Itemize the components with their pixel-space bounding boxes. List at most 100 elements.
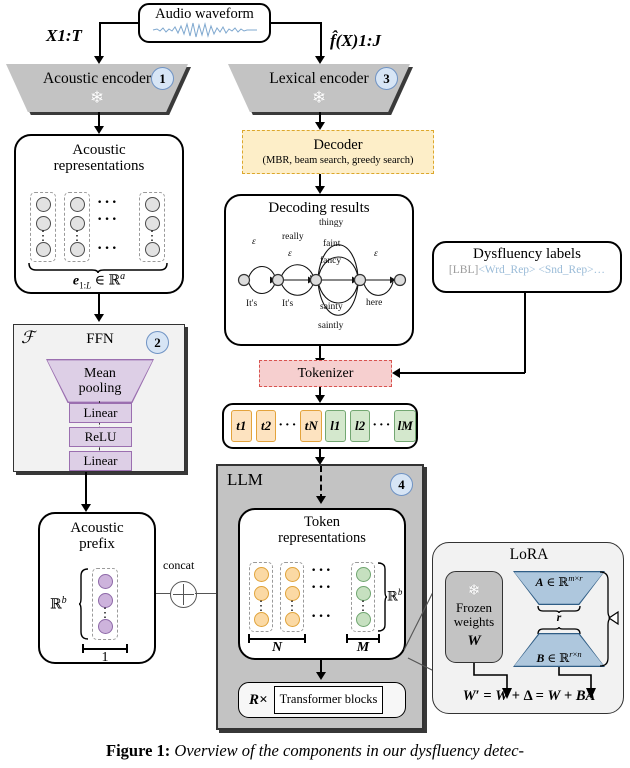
prefix-left-brace [78, 568, 89, 640]
token-rep-node [253, 611, 269, 627]
acoustic-prefix-dim: ℝb [50, 595, 67, 613]
acoustic-prefix-title-1: Acoustic [70, 520, 124, 536]
tokenizer-title: Tokenizer [297, 365, 354, 381]
frozen-symbol: W [467, 633, 481, 650]
prefix-node-group: ⋮ [92, 568, 118, 640]
token-ellipsis-left: ··· [278, 418, 299, 433]
representation-node [35, 197, 51, 212]
figure-canvas: Audio waveform X1:T f̂(X)1:J Acoustic en… [0, 0, 630, 768]
acoustic-encoder: Acoustic encoder ❄ 1 [6, 64, 191, 115]
acoustic-node-ellipsis: ··· ··· ··· [97, 194, 120, 257]
acoustic-prefix-box: Acoustic prefix ℝb ⋮ 1 [38, 512, 156, 665]
vertical-ellipsis: ⋮ [36, 228, 50, 244]
decoder-title: Decoder [313, 136, 363, 153]
caption-prefix: Figure 1: [105, 741, 171, 760]
lora-matrix-a-label: A ∈ ℝm×r [535, 572, 583, 589]
step-badge-3-label: 3 [383, 70, 390, 86]
vertical-ellipsis: ⋮ [254, 598, 268, 614]
token-chip-label: t2 [260, 418, 272, 433]
token-sequence-box: t1 t2 ··· tN l1 l2 ··· lM [222, 403, 418, 449]
decoding-results-box: Decoding results ε It's really ε It's th… [224, 194, 414, 346]
step-badge-4: 4 [390, 473, 413, 496]
decoder-subtitle: (MBR, beam search, greedy search) [262, 154, 414, 166]
audio-waveform-box: Audio waveform [138, 3, 271, 43]
token-chip-label: tN [304, 418, 318, 433]
waveform-left-bus [99, 22, 139, 24]
caption-text: Overview of the components in our dysflu… [174, 741, 525, 760]
representation-node [144, 197, 160, 212]
group-m-label: M [356, 640, 370, 655]
waveform-icon [152, 22, 257, 39]
labels-to-tokenizer-arrow [392, 368, 400, 378]
lexical-encoder-label: Lexical encoder [269, 69, 369, 87]
step-badge-2: 2 [146, 331, 169, 354]
acoustic-encoder-out-arrow [94, 126, 105, 134]
ffn-layer-label: Linear [83, 404, 118, 420]
acoustic-prefix-title-2: prefix [79, 536, 115, 553]
transformer-blocks-label: Transformer blocks [279, 692, 378, 707]
representation-node [69, 241, 85, 257]
repr-to-ffn-arrow [94, 314, 105, 322]
lattice-label-saintly: saintly [318, 321, 344, 331]
representation-node [144, 241, 160, 257]
vertical-ellipsis: ⋮ [98, 605, 112, 621]
prefix-node [97, 618, 113, 634]
vertical-ellipsis: ⋮ [356, 598, 370, 614]
lora-side-bracket [599, 571, 619, 667]
labels-to-tokenizer-left [399, 372, 525, 374]
lora-equation: W′ = W + Δ = W + BA [462, 688, 596, 704]
step-badge-3: 3 [375, 67, 398, 90]
dysfluency-labels-box: Dysfluency labels [LBL] <Wrd_Rep> <Snd_R… [432, 241, 622, 293]
token-chip-l1: l1 [325, 410, 346, 442]
vertical-ellipsis: ⋮ [285, 598, 299, 614]
prefix-count-label: 1 [101, 650, 109, 665]
token-rep-ellipsis: ··· ··· ··· [311, 562, 334, 625]
token-chip-label: l2 [354, 418, 366, 433]
token-rep-group-3: ⋮ [351, 562, 375, 632]
prefix-to-concat-line [156, 593, 171, 595]
figure-caption: Figure 1: Overview of the components in … [0, 741, 630, 761]
lexical-input-arrow [315, 56, 326, 64]
llm-input-arrow [316, 496, 327, 504]
lattice-label-eps-2: ε [288, 249, 292, 259]
tokenizer-box: Tokenizer [259, 360, 392, 387]
decoder-box: Decoder (MBR, beam search, greedy search… [242, 130, 434, 174]
token-representations-title-1: Token [303, 514, 341, 530]
step-badge-1-label: 1 [159, 70, 166, 86]
acoustic-formula: e1:L ∈ ℝa [72, 271, 126, 291]
token-representations-box: Token representations ⋮ ⋮ ··· ··· ··· ⋮ … [238, 508, 406, 660]
dysfluency-labels-title: Dysfluency labels [473, 246, 581, 262]
ffn-to-prefix-line [85, 472, 87, 508]
token-rep-node [284, 567, 300, 582]
token-rep-group-1: ⋮ [249, 562, 273, 632]
prefix-node [97, 574, 113, 589]
representation-node [35, 241, 51, 257]
token-rep-node [253, 567, 269, 582]
token-rep-node [284, 611, 300, 627]
ffn-layer-label: ReLU [84, 428, 117, 444]
lora-matrix-a: A ∈ ℝm×r [513, 571, 605, 605]
edge-label-f: f̂(X)1:J [330, 31, 381, 50]
lattice-label-really: really [282, 232, 304, 242]
lattice-label-fancy: fancy [320, 256, 342, 266]
lattice-label-here: here [366, 298, 383, 308]
step-badge-2-label: 2 [154, 334, 161, 350]
ffn-layer-label: Linear [83, 452, 118, 468]
ffn-panel: ℱ FFN 2 Mean pooling Linear ReLU Linear [13, 324, 185, 472]
waveform-right-bus [270, 22, 322, 24]
token-chip-tN: tN [300, 410, 323, 442]
decoding-results-title: Decoding results [268, 200, 370, 216]
mean-pooling-line2: pooling [78, 381, 122, 396]
token-chip-t2: t2 [255, 410, 277, 442]
lattice-label-faint: faint [323, 239, 341, 249]
lexical-encoder: Lexical encoder ❄ 3 [228, 64, 413, 115]
token-rep-group-2: ⋮ [280, 562, 304, 632]
dysfluency-prefix: [LBL] [448, 264, 479, 277]
ffn-layer-linear-2: Linear [69, 451, 132, 471]
acoustic-node-group-3: ⋮ [139, 192, 165, 262]
edge-label-x: X1:T [46, 26, 82, 45]
token-chip-label: t1 [236, 418, 247, 433]
lattice-label-eps-1: ε [252, 237, 256, 247]
token-chip-label: lM [397, 418, 413, 433]
lattice-label-eps-3: ε [374, 249, 378, 259]
